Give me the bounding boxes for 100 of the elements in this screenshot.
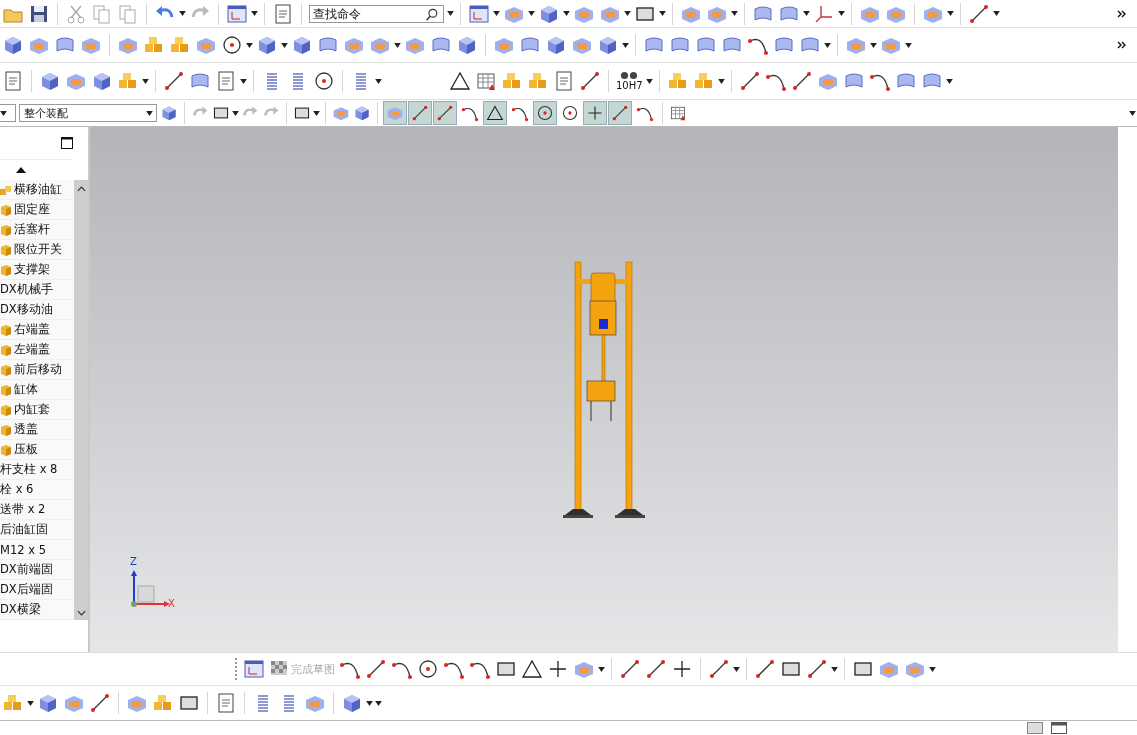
- grid-icon[interactable]: [475, 70, 497, 92]
- caret-icon[interactable]: [375, 78, 382, 84]
- caret-icon[interactable]: [246, 42, 253, 48]
- grid-icon[interactable]: [669, 104, 687, 122]
- line-icon[interactable]: [89, 692, 111, 714]
- cube-icon[interactable]: [597, 34, 619, 56]
- caret-icon[interactable]: [493, 11, 500, 16]
- caret-icon[interactable]: [27, 700, 34, 706]
- line-icon[interactable]: [738, 70, 761, 92]
- scrollbar[interactable]: [74, 180, 88, 620]
- tree-item[interactable]: DX移动油: [0, 300, 74, 320]
- tree-item[interactable]: DX横梁: [0, 600, 74, 620]
- caret-icon[interactable]: [0, 110, 7, 116]
- tree-item[interactable]: 支撑架: [0, 260, 74, 280]
- line-icon[interactable]: [754, 658, 776, 680]
- line-icon[interactable]: [708, 658, 730, 680]
- tree-item[interactable]: 缸体: [0, 380, 74, 400]
- cube-icon[interactable]: [456, 34, 478, 56]
- window-icon[interactable]: [243, 658, 265, 680]
- caret-icon[interactable]: [232, 110, 239, 116]
- caret-icon[interactable]: [1129, 110, 1136, 116]
- document-icon[interactable]: [2, 70, 24, 92]
- filter-dropdown[interactable]: [0, 104, 16, 122]
- caret-icon[interactable]: [645, 78, 653, 84]
- triangle-icon[interactable]: [449, 70, 471, 92]
- cube-icon[interactable]: [160, 104, 178, 122]
- tree-item[interactable]: 透盖: [0, 420, 74, 440]
- tree-item[interactable]: DX机械手: [0, 280, 74, 300]
- tree-item[interactable]: 送带 x 2: [0, 500, 74, 520]
- caret-icon[interactable]: [803, 11, 810, 16]
- maximize-icon[interactable]: [61, 137, 73, 149]
- chevron-icon[interactable]: [1117, 8, 1127, 19]
- circle-icon[interactable]: [313, 70, 335, 92]
- tree-item[interactable]: 活塞杆: [0, 220, 74, 240]
- cube-icon[interactable]: [2, 34, 24, 56]
- tree-item[interactable]: 杆支柱 x 8: [0, 460, 74, 480]
- cube-icon[interactable]: [341, 692, 363, 714]
- caret-icon[interactable]: [993, 11, 1000, 16]
- cube-icon[interactable]: [37, 692, 59, 714]
- line-icon[interactable]: [790, 70, 813, 92]
- tree-item[interactable]: DX前端固: [0, 560, 74, 580]
- chevron-icon[interactable]: [1117, 40, 1127, 50]
- triangle-icon[interactable]: [521, 658, 543, 680]
- tree-item[interactable]: 左端盖: [0, 340, 74, 360]
- tree-item[interactable]: 横移油缸: [0, 180, 74, 200]
- caret-icon[interactable]: [945, 78, 953, 84]
- document-icon[interactable]: [272, 2, 294, 25]
- cube-icon[interactable]: [353, 104, 371, 122]
- caret-icon[interactable]: [717, 78, 725, 84]
- cube-icon[interactable]: [545, 34, 567, 56]
- line-icon[interactable]: [163, 70, 185, 92]
- caret-icon[interactable]: [838, 11, 845, 16]
- tree-item[interactable]: 右端盖: [0, 320, 74, 340]
- line-icon[interactable]: [968, 2, 990, 25]
- caret-icon[interactable]: [947, 11, 954, 16]
- circle-icon[interactable]: [221, 34, 243, 56]
- caret-icon[interactable]: [929, 666, 936, 672]
- tree-item[interactable]: 栓 x 6: [0, 480, 74, 500]
- caret-icon[interactable]: [905, 42, 912, 48]
- caret-icon[interactable]: [142, 78, 149, 84]
- rectangle-icon[interactable]: [212, 104, 230, 122]
- tree-item[interactable]: DX后端固: [0, 580, 74, 600]
- scope-dropdown[interactable]: 整个装配: [19, 104, 157, 122]
- caret-icon[interactable]: [598, 666, 605, 672]
- caret-icon[interactable]: [394, 42, 401, 48]
- caret-icon[interactable]: [240, 78, 247, 84]
- caret-icon[interactable]: [179, 11, 186, 16]
- window-icon[interactable]: [226, 2, 248, 25]
- graphics-viewport[interactable]: Z X: [90, 127, 1118, 652]
- line-icon[interactable]: [645, 658, 667, 680]
- search-field[interactable]: 查找命令: [309, 4, 444, 23]
- line-icon[interactable]: [806, 658, 828, 680]
- tree-item[interactable]: 压板: [0, 440, 74, 460]
- tree-item[interactable]: 前后移动: [0, 360, 74, 380]
- plus-icon[interactable]: [547, 658, 569, 680]
- line-icon[interactable]: [579, 70, 601, 92]
- document-icon[interactable]: [215, 692, 237, 714]
- caret-icon[interactable]: [528, 11, 535, 16]
- caret-icon[interactable]: [870, 42, 877, 48]
- cube-icon[interactable]: [39, 70, 61, 92]
- tree-item[interactable]: 限位开关: [0, 240, 74, 260]
- cube-icon[interactable]: [91, 70, 113, 92]
- caret-icon[interactable]: [824, 42, 831, 48]
- scroll-down-icon[interactable]: [76, 610, 86, 616]
- caret-icon[interactable]: [622, 42, 629, 48]
- rectangle-icon[interactable]: [293, 104, 311, 122]
- caret-icon[interactable]: [146, 110, 153, 116]
- caret-icon[interactable]: [563, 11, 570, 16]
- caret-icon[interactable]: [281, 42, 288, 48]
- cube-icon[interactable]: [291, 34, 313, 56]
- caret-icon[interactable]: [447, 11, 454, 16]
- caret-icon[interactable]: [733, 666, 740, 672]
- line-icon[interactable]: [365, 658, 387, 680]
- caret-icon[interactable]: [731, 11, 738, 16]
- tree-item[interactable]: 固定座: [0, 200, 74, 220]
- caret-icon[interactable]: [659, 11, 666, 16]
- cube-icon[interactable]: [256, 34, 278, 56]
- scroll-up-icon[interactable]: [76, 186, 86, 192]
- plus-icon[interactable]: [671, 658, 693, 680]
- window-icon[interactable]: [468, 2, 490, 25]
